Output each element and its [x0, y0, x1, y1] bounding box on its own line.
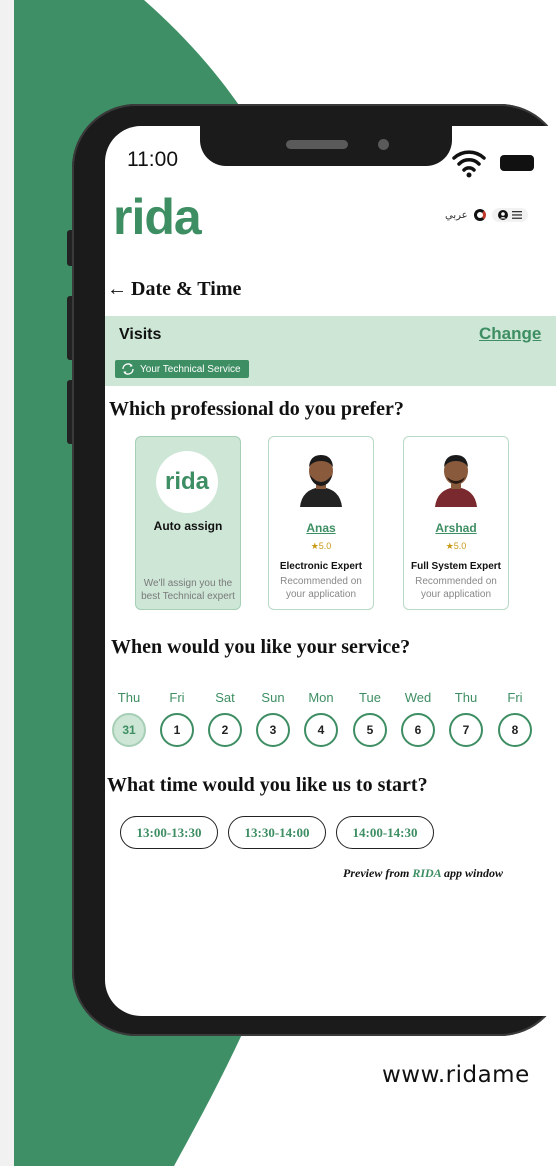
professional-note: Recommended on your application [280, 576, 362, 600]
professional-name[interactable]: Anas [269, 521, 373, 535]
user-icon [497, 210, 508, 220]
service-badge-label: Your Technical Service [140, 363, 241, 375]
date-option[interactable]: Fri 1 [157, 690, 197, 747]
date-option[interactable]: Thu 31 [109, 690, 149, 747]
professional-heading: Which professional do you prefer? [109, 398, 404, 420]
professional-rating: ★5.0 [310, 541, 332, 551]
account-menu[interactable] [491, 208, 528, 222]
star-icon: ★ [445, 541, 454, 551]
date-option[interactable]: Tue 5 [350, 690, 390, 747]
visits-title: Visits [119, 326, 162, 343]
date-option[interactable]: Mon 4 [301, 690, 341, 747]
preview-note: Preview from RIDA app window [343, 866, 504, 880]
rida-logo[interactable]: rida [113, 188, 202, 246]
professional-card-anas[interactable]: Anas ★5.0 Electronic Expert Recommended … [268, 436, 374, 610]
professional-note: Recommended on your application [415, 576, 497, 600]
change-link[interactable]: Change [479, 324, 541, 344]
professional-avatar [435, 455, 477, 507]
page-title: Date & Time [131, 278, 242, 300]
professional-role: Electronic Expert [279, 561, 363, 572]
visits-panel: Visits Change Your Technical Service [105, 316, 556, 386]
website-url[interactable]: www.ridame [382, 1062, 530, 1088]
date-option[interactable]: Sun 3 [253, 690, 293, 747]
card-description: We'll assign you the best Technical expe… [141, 578, 235, 602]
rida-logo-badge: rida [156, 451, 218, 513]
phone-screen: 11:00 rida عربي ← Date & Time Visits Chan… [105, 126, 556, 1016]
phone-notch [200, 126, 452, 166]
speaker-grill [286, 140, 348, 149]
date-option[interactable]: Sat 2 [205, 690, 245, 747]
date-option[interactable]: Thu 7 [446, 690, 486, 747]
professional-card-auto-assign[interactable]: rida Auto assign We'll assign you the be… [135, 436, 241, 610]
left-edge [0, 0, 14, 1166]
back-header[interactable]: ← Date & Time [107, 278, 241, 301]
language-switch[interactable]: عربي [445, 210, 468, 221]
time-slot[interactable]: 13:30-14:00 [228, 816, 326, 849]
start-time-heading: What time would you like us to start? [107, 774, 428, 796]
professional-name[interactable]: Arshad [404, 521, 508, 535]
service-badge[interactable]: Your Technical Service [115, 360, 249, 378]
star-icon: ★ [310, 541, 319, 551]
professional-card-arshad[interactable]: Arshad ★5.0 Full System Expert Recommend… [403, 436, 509, 610]
flag-icon[interactable] [473, 209, 486, 221]
professional-avatar [300, 455, 342, 507]
header-actions: عربي [445, 208, 528, 222]
wifi-icon [452, 150, 486, 178]
date-option[interactable]: Wed 6 [398, 690, 438, 747]
status-time: 11:00 [127, 148, 178, 171]
refresh-icon [122, 363, 134, 375]
battery-icon [500, 155, 534, 171]
professional-rating: ★5.0 [445, 541, 467, 551]
back-arrow-icon[interactable]: ← [107, 278, 127, 300]
date-option[interactable]: Fri 8 [495, 690, 535, 747]
time-slot[interactable]: 14:00-14:30 [336, 816, 434, 849]
time-slot[interactable]: 13:00-13:30 [120, 816, 218, 849]
menu-icon [511, 211, 522, 219]
card-title: Auto assign [153, 519, 223, 533]
professional-role: Full System Expert [410, 561, 502, 572]
front-camera [378, 139, 389, 150]
service-date-heading: When would you like your service? [111, 636, 411, 658]
